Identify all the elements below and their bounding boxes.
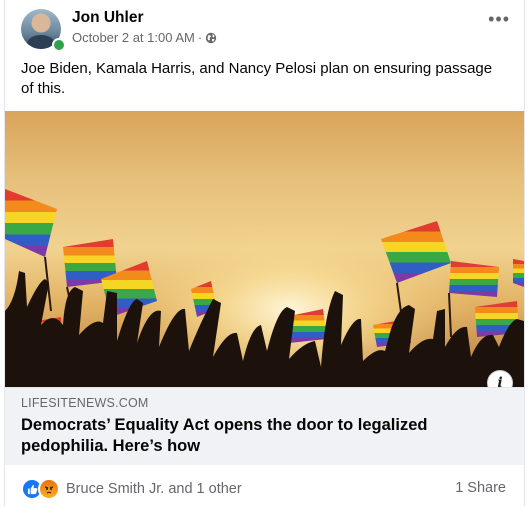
- post-body-text: Joe Biden, Kamala Harris, and Nancy Pelo…: [21, 60, 493, 97]
- crowd-with-rainbow-flags-illustration: [5, 111, 524, 387]
- link-preview-details[interactable]: LIFESITENEWS.COM Democrats’ Equality Act…: [5, 387, 524, 465]
- post-timestamp[interactable]: October 2 at 1:00 AM: [72, 30, 195, 45]
- author-name[interactable]: Jon Uhler: [72, 9, 143, 27]
- post-options-button[interactable]: •••: [488, 10, 510, 28]
- link-preview-image[interactable]: [5, 111, 524, 387]
- feed-post: Jon Uhler October 2 at 1:00 AM · ••• Joe…: [4, 0, 525, 506]
- reaction-names[interactable]: Bruce Smith Jr. and 1 other: [66, 481, 242, 497]
- angry-icon: [38, 478, 60, 500]
- post-meta: October 2 at 1:00 AM ·: [72, 30, 217, 45]
- globe-icon[interactable]: [205, 32, 217, 44]
- link-headline[interactable]: Democrats’ Equality Act opens the door t…: [21, 415, 491, 457]
- meta-separator: ·: [197, 30, 203, 45]
- online-status-indicator: [52, 38, 66, 52]
- link-domain: LIFESITENEWS.COM: [21, 396, 149, 410]
- share-count[interactable]: 1 Share: [455, 480, 506, 496]
- avatar-shirt: [27, 35, 55, 49]
- reactions-summary[interactable]: Bruce Smith Jr. and 1 other: [21, 478, 242, 500]
